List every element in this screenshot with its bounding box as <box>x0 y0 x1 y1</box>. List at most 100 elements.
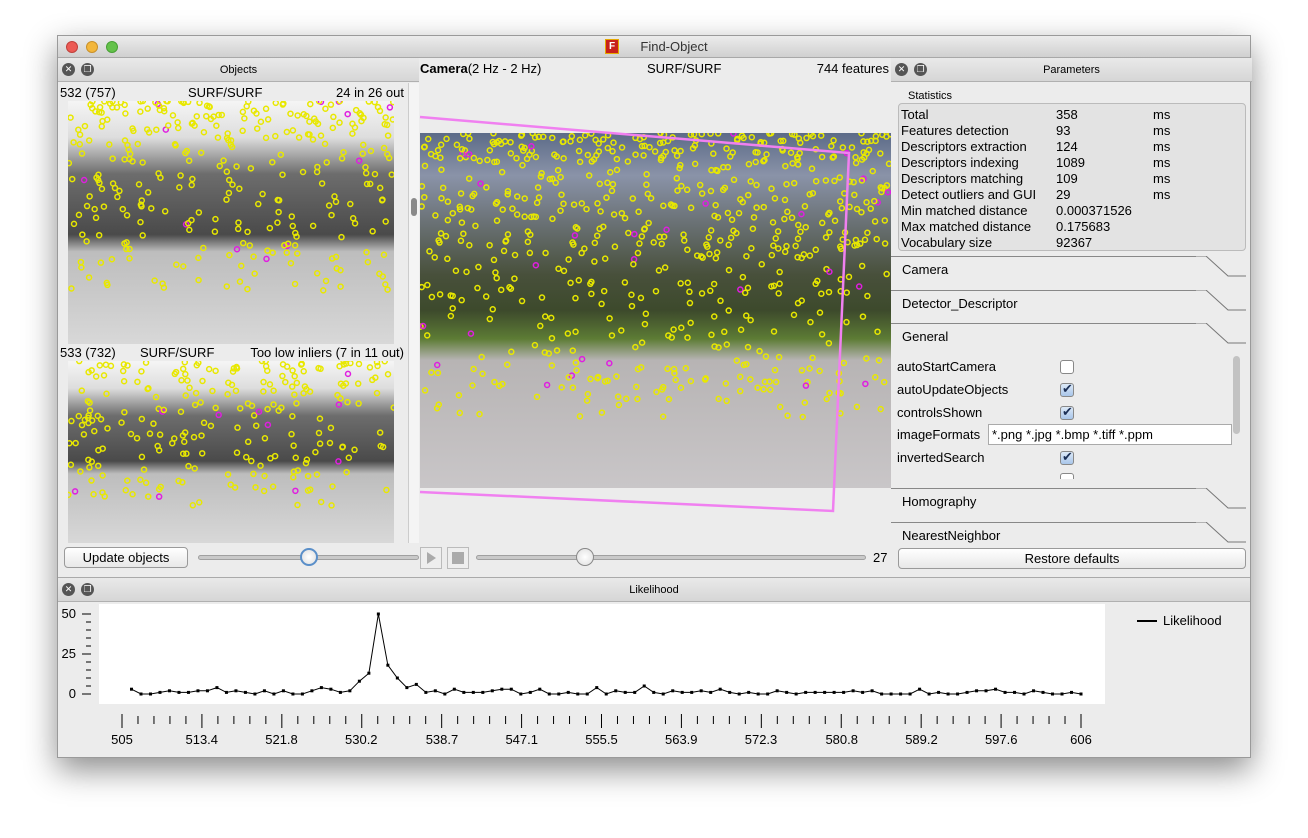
feature-point <box>371 101 378 106</box>
feature-point <box>323 159 330 166</box>
feature-point <box>197 399 204 406</box>
objects-slider-handle[interactable] <box>299 548 318 566</box>
inlier-point <box>292 487 299 495</box>
frame-slider[interactable] <box>476 555 866 560</box>
feature-point <box>374 362 381 370</box>
object-image[interactable] <box>68 101 394 344</box>
feature-point <box>86 407 94 414</box>
app-logo-icon: F <box>605 39 619 54</box>
feature-point <box>200 244 207 252</box>
section-detector_descriptor[interactable]: Detector_Descriptor <box>891 290 1246 320</box>
section-camera[interactable]: Camera <box>891 256 1246 286</box>
feature-points <box>68 101 394 294</box>
feature-point <box>349 130 356 137</box>
autoupdateobjects-label: autoUpdateObjects <box>897 382 1009 397</box>
feature-point <box>188 181 195 189</box>
likelihood-point <box>633 690 637 694</box>
section-general[interactable]: General <box>891 323 1246 353</box>
stop-icon <box>452 552 464 564</box>
likelihood-point <box>1051 692 1055 696</box>
feature-point <box>108 256 116 263</box>
feature-point <box>118 419 125 426</box>
feature-point <box>139 232 146 239</box>
scrollbar-thumb[interactable] <box>1233 356 1240 434</box>
feature-point <box>229 181 236 188</box>
object-id-label: 532 (757) <box>60 85 116 100</box>
feature-point <box>272 101 279 107</box>
feature-point <box>294 467 302 474</box>
likelihood-point <box>471 690 475 694</box>
feature-point <box>381 361 388 365</box>
likelihood-point <box>243 690 247 694</box>
likelihood-point <box>614 689 618 693</box>
feature-point <box>248 457 255 465</box>
feature-point <box>106 141 113 148</box>
likelihood-point <box>329 687 333 691</box>
feature-point <box>287 110 294 117</box>
feature-point <box>239 108 247 116</box>
section-homography[interactable]: Homography <box>891 488 1246 518</box>
feature-point <box>244 438 252 446</box>
feature-point <box>191 401 199 409</box>
feature-point <box>119 367 127 375</box>
frame-number: 27 <box>873 550 888 565</box>
feature-point <box>252 484 259 491</box>
feature-point <box>114 193 121 201</box>
feature-point <box>138 415 146 423</box>
feature-point <box>150 420 157 427</box>
feature-point <box>198 450 206 457</box>
stop-button[interactable] <box>447 547 469 569</box>
feature-point <box>326 439 334 447</box>
feature-point <box>223 196 230 203</box>
likelihood-point <box>718 687 722 691</box>
title-bar: F Find-Object <box>58 36 1250 58</box>
likelihood-point <box>424 690 428 694</box>
autoupdateobjects-checkbox[interactable] <box>1060 381 1074 397</box>
play-button[interactable] <box>420 547 442 569</box>
likelihood-point <box>585 692 589 696</box>
likelihood-point <box>519 692 523 696</box>
scrollbar-thumb[interactable] <box>411 198 417 216</box>
feature-point <box>313 471 321 478</box>
restore-defaults-button[interactable]: Restore defaults <box>898 548 1246 569</box>
feature-point <box>289 413 296 420</box>
feature-point <box>121 408 128 416</box>
next-parameter-checkbox[interactable] <box>1060 473 1074 479</box>
parameter-sections: Camera Detector_Descriptor General Homograp… <box>891 58 1252 576</box>
feature-point <box>312 448 319 456</box>
feature-point <box>376 429 384 436</box>
feature-point <box>198 432 205 439</box>
feature-point <box>272 132 279 140</box>
float-dock-icon[interactable]: ❐ <box>81 63 94 76</box>
feature-point <box>337 283 344 290</box>
feature-point <box>142 361 150 366</box>
imageformats-input[interactable] <box>988 424 1232 445</box>
objects-scrollbar[interactable] <box>408 83 419 543</box>
likelihood-point <box>747 690 751 694</box>
feature-point <box>178 377 185 384</box>
object-image[interactable] <box>68 361 394 543</box>
feature-point <box>246 242 254 249</box>
feature-point <box>327 101 335 108</box>
feature-point <box>220 157 227 164</box>
feature-point <box>233 163 240 170</box>
invertedsearch-checkbox[interactable] <box>1060 449 1074 465</box>
controlsshown-label: controlsShown <box>897 405 983 420</box>
feature-point <box>192 389 200 397</box>
x-tick-label: 589.2 <box>905 732 938 747</box>
likelihood-point <box>205 689 209 693</box>
feature-point <box>68 491 72 499</box>
close-dock-icon[interactable]: ✕ <box>62 63 75 76</box>
feature-point <box>109 155 116 162</box>
general-scrollbar[interactable] <box>1232 354 1241 476</box>
feature-point <box>185 462 192 470</box>
update-objects-button[interactable]: Update objects <box>64 547 188 568</box>
likelihood-point <box>139 692 143 696</box>
feature-point <box>199 377 206 385</box>
feature-point <box>332 253 340 261</box>
controlsshown-checkbox[interactable] <box>1060 404 1074 420</box>
likelihood-point <box>300 692 304 696</box>
likelihood-point <box>728 690 732 694</box>
section-label: NearestNeighbor <box>902 528 1001 543</box>
autostartcamera-checkbox[interactable] <box>1060 360 1074 374</box>
